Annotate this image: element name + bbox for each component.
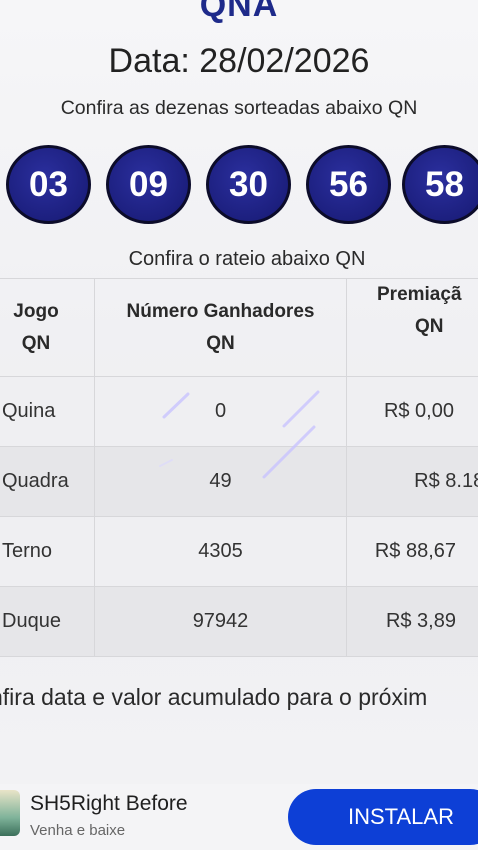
jogo-cell: Duque bbox=[0, 587, 95, 656]
install-button[interactable]: INSTALAR bbox=[288, 789, 478, 845]
header-ganhadores-suffix: QN bbox=[206, 332, 235, 354]
next-draw-text: nfira data e valor acumulado para o próx… bbox=[0, 684, 428, 710]
header-jogo-suffix: QN bbox=[21, 332, 51, 354]
number-ball: 09 bbox=[106, 145, 191, 224]
premiacao-cell: R$ 3,89 bbox=[385, 610, 456, 632]
jogo-cell: Terno bbox=[0, 517, 95, 586]
header-premiacao-suffix: QN bbox=[415, 316, 444, 337]
ad-title: SH5Right Before bbox=[30, 792, 188, 815]
ganhadores-cell: 49 bbox=[95, 447, 347, 516]
numbers-subtitle: Confira as dezenas sorteadas abaixo QN bbox=[60, 97, 418, 119]
ad-banner[interactable]: SH5Right Before Venha e baixe INSTALAR bbox=[0, 784, 478, 850]
prize-table: Jogo QN Número Ganhadores QN Premiaçã QN… bbox=[0, 278, 478, 657]
ganhadores-cell: 4305 bbox=[95, 517, 347, 586]
rateio-title: Confira o rateio abaixo QN bbox=[128, 248, 366, 270]
number-ball: 30 bbox=[206, 145, 291, 224]
premiacao-cell: R$ 0,00 bbox=[383, 400, 454, 422]
header-premiacao: Premiaçã QN bbox=[347, 279, 478, 376]
lottery-results-page: QNA Data: 28/02/2026 Confira as dezenas … bbox=[0, 0, 478, 850]
number-ball: 56 bbox=[306, 145, 391, 224]
jogo-cell: Quadra bbox=[0, 447, 95, 516]
table-row: Terno 4305 R$ 88,67 bbox=[0, 517, 478, 587]
header-jogo-label: Jogo bbox=[13, 300, 59, 322]
app-logo-icon bbox=[0, 790, 20, 836]
ad-subtitle: Venha e baixe bbox=[30, 822, 126, 839]
jogo-cell: Quina bbox=[0, 377, 95, 446]
ganhadores-cell: 97942 bbox=[95, 587, 347, 656]
drawn-numbers: 03 09 30 56 58 bbox=[6, 145, 478, 231]
number-ball: 58 bbox=[402, 145, 478, 224]
draw-date: Data: 28/02/2026 bbox=[108, 42, 370, 80]
table-row: Quadra 49 R$ 8.180,3 bbox=[0, 447, 478, 517]
header-premiacao-label: Premiaçã bbox=[377, 284, 462, 305]
ganhadores-cell: 0 bbox=[95, 377, 347, 446]
header-ganhadores: Número Ganhadores QN bbox=[95, 279, 347, 376]
table-header-row: Jogo QN Número Ganhadores QN Premiaçã QN bbox=[0, 279, 478, 377]
table-row: Quina 0 R$ 0,00 bbox=[0, 377, 478, 447]
brand-title: QNA bbox=[199, 0, 279, 24]
number-ball: 03 bbox=[6, 145, 91, 224]
header-jogo: Jogo QN bbox=[0, 279, 95, 376]
premiacao-cell: R$ 8.180,3 bbox=[414, 470, 478, 492]
table-row: Duque 97942 R$ 3,89 bbox=[0, 587, 478, 657]
header-ganhadores-label: Número Ganhadores bbox=[126, 300, 315, 322]
premiacao-cell: R$ 88,67 bbox=[374, 540, 456, 562]
